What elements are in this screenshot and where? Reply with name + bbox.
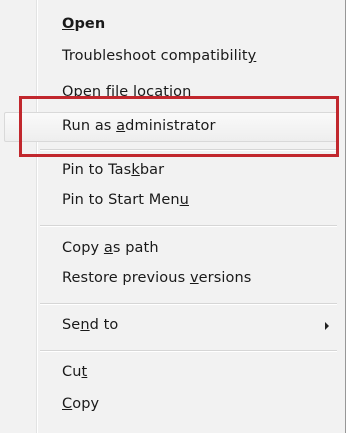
menu-item-label: Pin to Start Menu [62, 192, 189, 208]
menu-separator [40, 303, 337, 305]
menu-item-label: Restore previous versions [62, 270, 252, 286]
menu-item-label: Pin to Taskbar [62, 162, 165, 178]
menu-item-troubleshoot-compatibility[interactable]: Troubleshoot compatibility [4, 42, 339, 72]
menu-item-pin-to-taskbar[interactable]: Pin to Taskbar [4, 156, 339, 186]
menu-item-restore-previous-versions[interactable]: Restore previous versions [4, 264, 339, 294]
menu-separator [40, 225, 337, 227]
menu-item-label: Copy as path [62, 240, 159, 256]
menu-item-send-to[interactable]: Send to [4, 311, 339, 341]
menu-item-label: Copy [62, 396, 100, 412]
menu-item-cut[interactable]: Cut [4, 358, 339, 388]
menu-item-open[interactable]: Open [4, 10, 339, 40]
menu-separator [40, 350, 337, 352]
submenu-arrow-icon [325, 322, 329, 330]
menu-item-label: Open [62, 16, 106, 32]
menu-item-pin-to-start-menu[interactable]: Pin to Start Menu [4, 186, 339, 216]
annotation-highlight-box [19, 96, 339, 157]
menu-item-copy[interactable]: Copy [4, 390, 339, 420]
menu-item-copy-as-path[interactable]: Copy as path [4, 234, 339, 264]
menu-item-label: Troubleshoot compatibility [62, 48, 257, 64]
menu-item-label: Cut [62, 364, 88, 380]
context-menu: Open Troubleshoot compatibility Open fil… [0, 0, 346, 433]
menu-item-label: Send to [62, 317, 119, 333]
